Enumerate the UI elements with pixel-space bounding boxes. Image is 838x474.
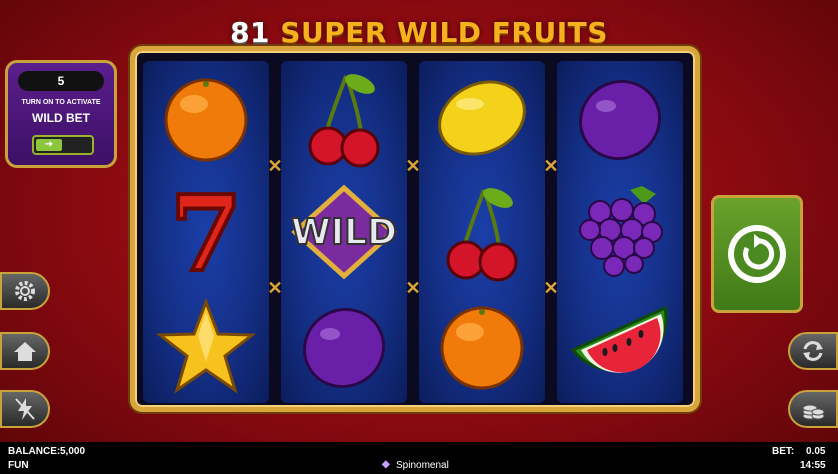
bet-button[interactable] [788, 390, 838, 428]
reel-2: WILD [281, 61, 407, 403]
wild-bet-hint: TURN ON TO ACTIVATE [21, 99, 101, 106]
cherries-symbol [281, 61, 407, 175]
home-icon [14, 342, 36, 361]
lemon-symbol [419, 61, 545, 175]
coins-icon [802, 404, 825, 420]
bet-value: 0.05 [806, 446, 826, 457]
orange-symbol [143, 61, 269, 175]
turbo-button[interactable] [0, 390, 50, 428]
reel-separator: ✕ [405, 278, 421, 298]
orange-symbol [419, 289, 545, 403]
wild-bet-label: WILD BET [32, 111, 90, 125]
spin-icon [728, 225, 786, 283]
plum-symbol [281, 289, 407, 403]
autoplay-icon [803, 341, 823, 361]
reel-3 [419, 61, 545, 403]
brand-name: Spinomenal [396, 460, 449, 471]
game-title: 81 SUPER WILD FRUITS [0, 16, 838, 49]
reel-separator: ✕ [543, 278, 559, 298]
watermelon-symbol [557, 289, 683, 403]
arrow-right-icon: ➔ [36, 139, 62, 151]
ways-count: 81 [230, 16, 271, 49]
wild-bet-toggle[interactable]: ➔ [32, 135, 94, 155]
reel-separator: ✕ [267, 156, 283, 176]
plum-symbol [557, 61, 683, 175]
reel-separator: ✕ [267, 278, 283, 298]
balance-label: BALANCE: [8, 446, 61, 457]
clock: 14:55 [800, 460, 826, 471]
seven-glyph: 7 [170, 182, 242, 282]
settings-button[interactable] [0, 272, 50, 310]
home-button[interactable] [0, 332, 50, 370]
brand-logo-icon: ◆ [382, 459, 390, 470]
reel-separator: ✕ [405, 156, 421, 176]
reel-4 [557, 61, 683, 403]
wild-bet-count: 5 [18, 71, 104, 91]
gear-icon [15, 281, 35, 301]
reels-frame: 7 WILD ✕ ✕ ✕ ✕ ✕ ✕ [130, 46, 700, 412]
reel-separator: ✕ [543, 156, 559, 176]
balance-value: 5,000 [60, 446, 86, 457]
autoplay-button[interactable] [788, 332, 838, 370]
star-symbol [143, 289, 269, 403]
spin-button[interactable] [711, 195, 803, 313]
wild-text: WILD [291, 212, 397, 253]
grapes-symbol [557, 175, 683, 289]
cherries-symbol [419, 175, 545, 289]
reel-1: 7 [143, 61, 269, 403]
seven-symbol: 7 [143, 175, 269, 289]
wild-bet-panel: 5 TURN ON TO ACTIVATE WILD BET ➔ [5, 60, 117, 168]
status-bar: BALANCE: 5,000 FUN ◆ Spinomenal BET: 0.0… [0, 442, 838, 474]
bet-label: BET: [772, 446, 795, 457]
lightning-icon [15, 398, 35, 420]
game-name: SUPER WILD FRUITS [280, 16, 608, 49]
mode-label: FUN [8, 460, 29, 471]
wild-symbol: WILD [281, 175, 407, 289]
